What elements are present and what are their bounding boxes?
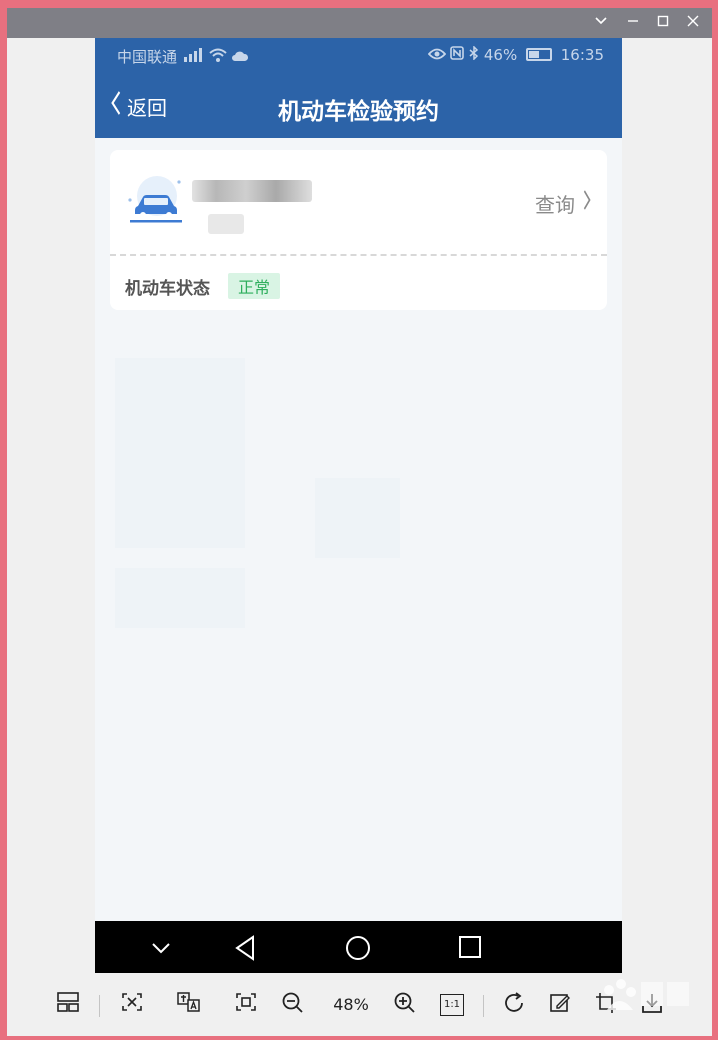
- plate-number-blurred: [192, 180, 312, 202]
- title-bar: [7, 8, 712, 38]
- chevron-down-icon[interactable]: [585, 8, 617, 38]
- battery-icon: [525, 48, 552, 61]
- vehicle-type-blurred: [208, 214, 244, 234]
- dashed-divider: [110, 254, 607, 256]
- app-header: 返回 机动车检验预约: [95, 74, 622, 138]
- vehicle-card[interactable]: 查询 机动车状态 正常: [110, 150, 607, 310]
- phone-screenshot: 中国联通 46% 16:35 返回 机动车检验预约 查询 机动车状态 正常: [95, 38, 622, 976]
- home-circle-icon[interactable]: [344, 933, 372, 967]
- actual-size-button[interactable]: 1:1: [437, 991, 467, 1019]
- nfc-icon: [450, 46, 469, 64]
- translate-icon[interactable]: [174, 991, 204, 1019]
- back-triangle-icon[interactable]: [233, 933, 257, 967]
- toolbar-separator: [483, 995, 484, 1017]
- carrier-name: 中国联通: [117, 48, 178, 66]
- wifi-icon: [208, 48, 232, 66]
- battery-percent: 46%: [483, 46, 518, 64]
- zoom-out-icon[interactable]: [278, 991, 308, 1019]
- eye-icon: [427, 46, 451, 64]
- query-button[interactable]: 查询: [535, 188, 593, 218]
- cloud-icon: [231, 48, 249, 66]
- hide-nav-icon[interactable]: [150, 933, 172, 967]
- image-viewer-window: 中国联通 46% 16:35 返回 机动车检验预约 查询 机动车状态 正常 48…: [7, 8, 712, 1036]
- layout-icon[interactable]: [53, 991, 83, 1019]
- faint-block: [115, 568, 245, 628]
- image-canvas: 中国联通 46% 16:35 返回 机动车检验预约 查询 机动车状态 正常: [7, 38, 712, 976]
- minimize-icon[interactable]: [617, 8, 649, 38]
- clock: 16:35: [560, 46, 604, 64]
- car-icon: [124, 176, 186, 228]
- phone-status-bar: 中国联通 46% 16:35: [95, 38, 622, 74]
- maximize-icon[interactable]: [647, 8, 679, 38]
- signal-icon: [182, 48, 209, 66]
- recents-square-icon[interactable]: [458, 933, 482, 967]
- actual-size-label: 1:1: [440, 994, 464, 1016]
- fit-screen-icon[interactable]: [231, 991, 261, 1019]
- android-nav-bar: [95, 921, 622, 976]
- faint-block: [315, 478, 400, 558]
- page-title: 机动车检验预约: [278, 99, 439, 125]
- chevron-right-icon: [583, 188, 591, 218]
- watermark-logo: [587, 970, 697, 1020]
- bluetooth-icon: [469, 45, 484, 64]
- fit-crop-icon[interactable]: [117, 991, 147, 1019]
- query-label: 查询: [535, 192, 575, 217]
- vehicle-status-label: 机动车状态: [125, 279, 210, 299]
- faint-block: [115, 358, 245, 548]
- close-icon[interactable]: [677, 8, 709, 38]
- toolbar-separator: [99, 995, 100, 1017]
- status-badge: 正常: [228, 273, 281, 299]
- rotate-icon[interactable]: [499, 991, 529, 1019]
- zoom-level: 48%: [333, 995, 369, 1014]
- edit-icon[interactable]: [545, 991, 575, 1019]
- zoom-in-icon[interactable]: [390, 991, 420, 1019]
